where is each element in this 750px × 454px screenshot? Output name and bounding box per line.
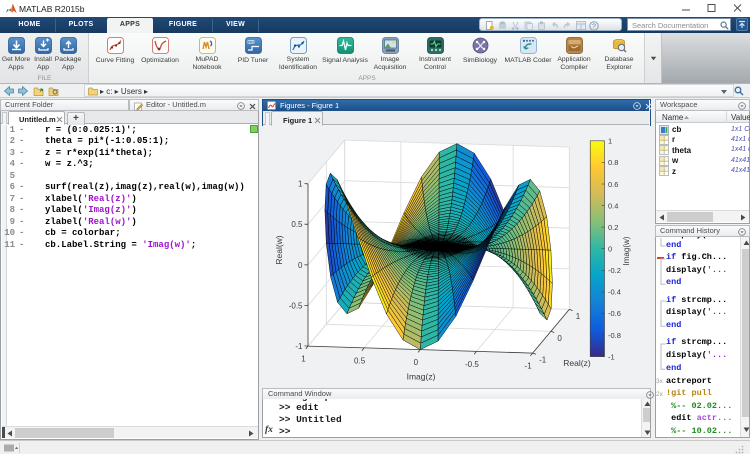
svg-text:Imag(z): Imag(z)	[407, 372, 436, 382]
svg-text:-0.4: -0.4	[608, 288, 621, 297]
svg-text:Real(z): Real(z)	[563, 358, 591, 368]
svg-text:0: 0	[608, 245, 612, 254]
svg-text:-0.5: -0.5	[465, 360, 479, 369]
svg-text:-1: -1	[295, 342, 303, 351]
svg-text:-1: -1	[608, 352, 615, 361]
svg-text:-0.8: -0.8	[608, 331, 621, 340]
svg-text:0.4: 0.4	[608, 201, 618, 210]
svg-text:-0.5: -0.5	[289, 301, 303, 310]
svg-text:1: 1	[298, 180, 303, 189]
svg-text:Imag(w): Imag(w)	[622, 236, 631, 265]
svg-text:-1: -1	[539, 356, 547, 365]
svg-text:0: 0	[414, 358, 419, 367]
svg-text:0: 0	[557, 334, 562, 343]
svg-text:-1: -1	[525, 362, 533, 371]
svg-text:0.5: 0.5	[354, 356, 366, 365]
svg-text:PID: PID	[248, 40, 254, 44]
svg-text:1: 1	[608, 137, 612, 146]
svg-text:1: 1	[576, 312, 581, 321]
svg-text:0.8: 0.8	[608, 158, 618, 167]
svg-text:-0.2: -0.2	[608, 266, 621, 275]
svg-text:1: 1	[301, 355, 306, 364]
svg-text:0.5: 0.5	[291, 220, 303, 229]
svg-text:0: 0	[298, 261, 303, 270]
svg-text:0.6: 0.6	[608, 180, 618, 189]
svg-text:?: ?	[592, 23, 596, 30]
svg-text:0.2: 0.2	[608, 223, 618, 232]
svg-text:-0.6: -0.6	[608, 309, 621, 318]
svg-text:Real(w): Real(w)	[274, 235, 284, 264]
